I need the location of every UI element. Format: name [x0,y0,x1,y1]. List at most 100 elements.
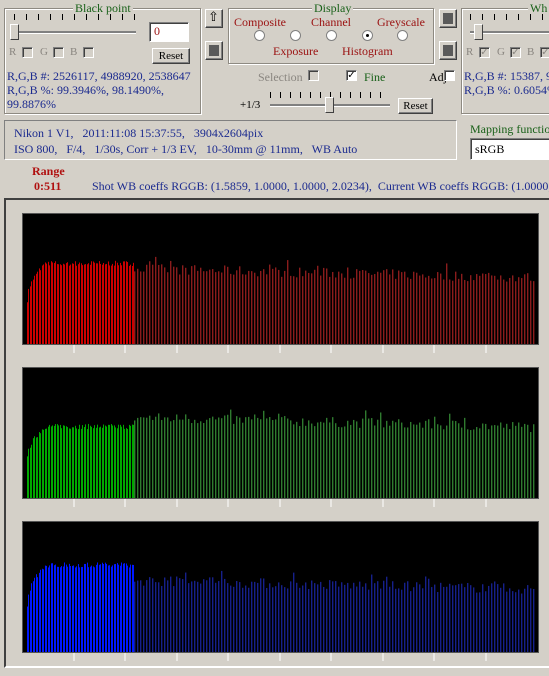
black-point-value-input[interactable]: 0 [149,22,189,42]
green-histogram-bar [80,424,81,498]
black-point-slider-thumb[interactable] [10,24,19,40]
black-point-slider-track[interactable] [14,31,136,34]
white-point-g-checkbox[interactable]: ✓ [510,47,521,58]
red-histogram-bar [110,261,111,344]
blue-histogram-bar [485,591,487,652]
white-point-square-button-bottom[interactable] [439,41,457,60]
blue-histogram-bar [59,565,60,652]
blue-histogram-bar [530,588,532,652]
display-greyscale-radio[interactable] [397,30,408,41]
display-histogram-radio[interactable] [362,30,373,41]
black-point-g-checkbox[interactable] [53,47,64,58]
red-histogram-bar [194,265,196,344]
blue-histogram-bar [124,563,125,652]
blue-histogram-bar [108,565,109,652]
display-channel-radio[interactable] [326,30,337,41]
display-exposure-radio[interactable] [290,30,301,41]
red-histogram-bar [491,275,493,344]
red-histogram-bar [281,276,283,344]
green-histogram-bar [314,426,316,498]
blue-histogram-bar [49,565,50,652]
green-histogram-bar [36,437,37,498]
red-histogram-bar [130,264,131,344]
red-histogram-bar [188,274,190,344]
red-histogram-bar [410,278,412,344]
blue-histogram-bar [45,565,46,652]
fine-checkbox[interactable]: ✓ [346,70,357,81]
selection-checkbox[interactable] [308,70,319,81]
blue-histogram-bar [437,591,439,652]
red-histogram-bar [503,279,505,344]
exposure-reset-button[interactable]: Reset [398,98,433,114]
blue-histogram-bar [281,585,283,652]
red-histogram-bar [314,269,316,344]
white-point-r-checkbox[interactable]: ✓ [479,47,490,58]
green-histogram-bar [428,419,430,498]
green-histogram-bar [245,417,247,498]
green-histogram-bar [455,421,457,498]
red-histogram-bar [106,263,107,344]
red-histogram-bar [78,264,79,344]
exposure-slider-thumb[interactable] [325,97,334,113]
adj-checkbox[interactable] [444,70,455,81]
white-point-b-label: B [527,46,535,58]
blue-histogram-bar [287,588,289,652]
red-histogram-bar [533,281,535,344]
blue-histogram-bar [152,578,154,652]
red-histogram-bar [350,278,352,344]
green-histogram-bar [503,427,505,498]
black-point-b-checkbox[interactable] [83,47,94,58]
histogram-red-plot [27,256,535,344]
red-histogram-bar [74,264,75,344]
display-exposure-label: Exposure [273,44,319,58]
red-histogram-bar [82,265,83,344]
white-point-b-checkbox[interactable]: ✓ [540,47,549,58]
green-histogram-bar [425,420,427,498]
red-histogram-bar [67,262,68,344]
blue-histogram-bar [380,588,382,652]
black-point-reset-button[interactable]: Reset [152,48,190,64]
green-histogram-bar [52,425,53,498]
red-histogram-bar [380,272,382,344]
black-point-square-button[interactable] [205,41,223,60]
green-histogram-bar [95,425,96,498]
white-point-square-button-top[interactable] [439,9,457,28]
green-histogram-bar [113,427,114,498]
white-point-slider-thumb[interactable] [474,24,483,40]
red-histogram-bar [383,270,385,344]
red-histogram-bar [179,274,181,344]
blue-histogram-bar [302,585,304,652]
mapping-function-select[interactable]: sRGB [470,138,549,160]
red-histogram-bar [105,264,106,344]
blue-histogram-bar [48,567,49,652]
blue-histogram-bar [94,567,95,652]
green-histogram-bar [64,425,65,498]
red-histogram-bar [467,281,469,344]
green-histogram-bar [533,424,535,498]
display-composite-radio[interactable] [254,30,265,41]
blue-histogram-bar [326,588,328,652]
blue-histogram-bar [206,580,208,652]
blue-histogram-bar [110,566,111,652]
green-histogram-bar [130,425,131,498]
green-histogram-bar [83,427,84,498]
red-histogram-bar [73,263,74,344]
red-histogram-bar [227,266,229,344]
red-histogram-bar [458,278,460,344]
green-histogram-bar [203,422,205,498]
blue-histogram-bar [422,588,424,652]
blue-histogram-bar [254,581,256,652]
blue-histogram-bar [104,563,105,652]
blue-histogram-bar [122,564,123,652]
green-histogram-bar [368,418,370,498]
red-histogram-bar [124,261,125,344]
blue-histogram-bar [127,565,128,652]
black-point-r-checkbox[interactable] [22,47,33,58]
blue-histogram-bar [242,587,244,652]
red-histogram-bar [54,262,55,344]
red-histogram-bar [75,261,76,344]
black-point-up-arrow-button[interactable]: ⇧ [205,9,223,28]
green-histogram-bar [116,424,117,498]
blue-histogram-bar [103,563,104,652]
red-histogram-bar [440,273,442,344]
